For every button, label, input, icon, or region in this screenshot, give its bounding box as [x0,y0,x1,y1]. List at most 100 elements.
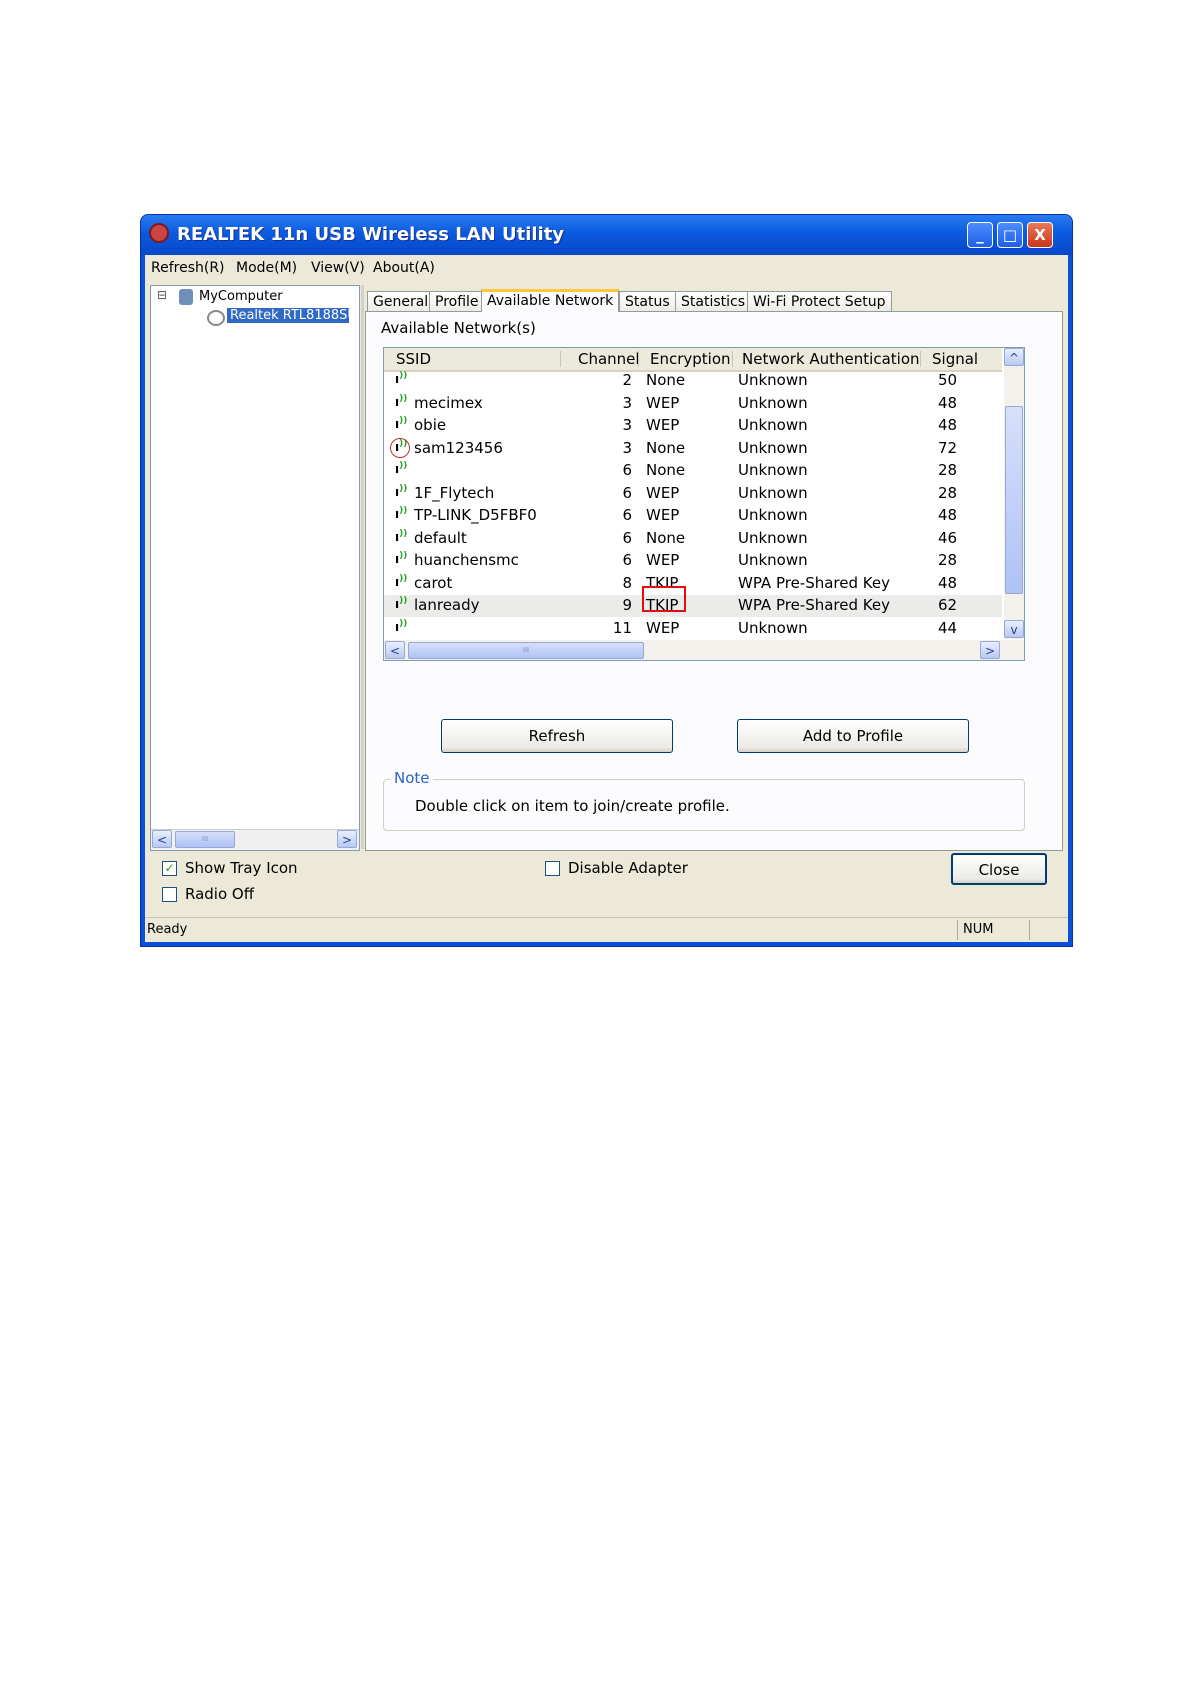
scroll-left-icon[interactable]: < [385,641,405,659]
menu-refresh[interactable]: Refresh(R) [151,260,225,276]
network-row[interactable]: ı)) 6 None Unknown 28 [384,460,1002,482]
radio-off-checkbox[interactable] [162,887,177,902]
signal-cell: 62 [938,596,958,614]
refresh-button[interactable]: Refresh [441,719,673,753]
tree-hscrollbar[interactable]: < III > [151,829,359,850]
scroll-down-icon[interactable]: v [1004,620,1024,638]
title-bar[interactable]: REALTEK 11n USB Wireless LAN Utility _ □… [141,215,1072,255]
disable-adapter-checkbox[interactable] [545,861,560,876]
channel-cell: 6 [622,506,632,524]
status-bar: Ready NUM [145,917,1068,942]
encryption-cell: None [646,438,686,457]
list-vscroll-thumb[interactable] [1005,406,1023,594]
authentication-cell: Unknown [738,483,808,502]
scroll-up-icon[interactable]: ^ [1004,348,1024,366]
signal-cell: 72 [938,438,958,457]
network-row[interactable]: ı)) default 6 None Unknown 46 [384,528,1002,550]
network-row[interactable]: ı)) carot 8 TKIP WPA Pre-Shared Key 48 [384,573,1002,595]
channel-cell: 9 [622,596,632,614]
list-vscrollbar[interactable]: ^ v [1004,348,1024,639]
network-row[interactable]: ı)) lanready 9 TKIP WPA Pre-Shared Key 62 [384,595,1002,617]
network-row[interactable]: ı)) TP-LINK_D5FBF0 6 WEP Unknown 48 [384,505,1002,527]
wireless-signal-icon: ı)) [395,393,408,409]
status-divider [957,920,958,940]
tab-statistics[interactable]: Statistics [675,291,751,312]
network-row[interactable]: ı)) huanchensmc 6 WEP Unknown 28 [384,550,1002,572]
add-to-profile-button[interactable]: Add to Profile [737,719,969,753]
device-tree[interactable]: ⊟ MyComputer Realtek RTL8188SU < III > [150,285,360,851]
ssid-cell: 1F_Flytech [414,483,495,502]
scroll-right-icon[interactable]: > [980,641,1000,659]
network-row[interactable]: ı)) 2 None Unknown 50 [384,370,1002,392]
app-window: REALTEK 11n USB Wireless LAN Utility _ □… [140,214,1073,947]
signal-cell: 28 [938,461,958,479]
minimize-button[interactable]: _ [967,222,993,248]
ssid-cell: sam123456 [414,438,503,457]
signal-cell: 48 [938,506,958,524]
encryption-cell: WEP [646,618,680,637]
channel-cell: 3 [622,416,632,434]
column-divider[interactable] [638,351,639,367]
tab-status[interactable]: Status [619,291,676,312]
tree-adapter-item[interactable]: Realtek RTL8188SU [227,308,349,323]
close-window-button[interactable]: X [1027,222,1053,248]
column-divider[interactable] [732,351,733,367]
column-ssid[interactable]: SSID [396,350,431,368]
ssid-cell: default [414,528,467,547]
tab-profile[interactable]: Profile [429,291,485,312]
menu-about[interactable]: About(A) [373,260,435,276]
network-row[interactable]: ı)) mecimex 3 WEP Unknown 48 [384,393,1002,415]
menu-mode[interactable]: Mode(M) [236,260,297,276]
disable-adapter-label[interactable]: Disable Adapter [568,859,688,877]
network-row[interactable]: ı)) sam123456 3 None Unknown 72 [384,437,1002,460]
wireless-signal-icon: ı)) [395,416,408,431]
column-authentication[interactable]: Network Authentication [742,350,920,368]
signal-cell: 46 [938,528,958,547]
pane-splitter[interactable] [361,285,364,849]
encryption-cell: WEP [646,506,680,524]
tree-root-label[interactable]: MyComputer [199,289,283,304]
radio-off-label[interactable]: Radio Off [185,885,254,903]
menu-view[interactable]: View(V) [311,260,365,276]
status-divider [1029,920,1030,940]
tab-available-network[interactable]: Available Network [481,289,620,312]
channel-cell: 6 [622,461,632,479]
close-button[interactable]: Close [951,853,1047,885]
authentication-cell: Unknown [738,371,808,389]
ssid-cell: carot [414,573,453,592]
network-row[interactable]: ı)) 1F_Flytech 6 WEP Unknown 28 [384,483,1002,505]
scroll-right-icon[interactable]: > [337,830,357,848]
tab-wifi-protect-setup[interactable]: Wi-Fi Protect Setup [747,291,892,312]
encryption-cell: None [646,528,686,547]
network-row[interactable]: ı)) obie 3 WEP Unknown 48 [384,415,1002,437]
network-list[interactable]: SSID Channel Encryption Network Authenti… [383,347,1025,661]
scroll-left-icon[interactable]: < [152,830,172,848]
show-tray-label[interactable]: Show Tray Icon [185,859,298,877]
wireless-signal-icon: ı)) [395,551,408,566]
column-signal[interactable]: Signal [932,350,1002,368]
wireless-signal-icon: ı)) [395,506,408,521]
tab-general[interactable]: General [367,291,435,312]
network-row[interactable]: ı)) 11 WEP Unknown 44 [384,618,1002,640]
computer-icon [179,289,193,305]
wireless-signal-icon: ı)) [395,596,408,611]
column-encryption[interactable]: Encryption [650,350,731,368]
tree-scroll-thumb[interactable]: III [175,831,235,848]
connected-circle-icon [390,437,410,458]
list-hscroll-thumb[interactable]: III [408,642,644,659]
maximize-button[interactable]: □ [997,222,1023,248]
channel-cell: 3 [622,438,632,457]
ssid-cell: mecimex [414,393,483,412]
column-divider[interactable] [560,351,561,367]
column-channel[interactable]: Channel [578,350,640,368]
channel-cell: 6 [622,483,632,502]
column-divider[interactable] [920,351,921,367]
signal-cell: 50 [938,371,958,389]
signal-cell: 28 [938,483,958,502]
list-hscrollbar[interactable]: < III > [384,640,1024,660]
channel-cell: 6 [622,528,632,547]
show-tray-checkbox[interactable]: ✓ [162,861,177,876]
signal-cell: 48 [938,393,958,412]
wireless-signal-icon: ı)) [395,371,408,386]
tree-collapse-icon[interactable]: ⊟ [157,288,167,302]
